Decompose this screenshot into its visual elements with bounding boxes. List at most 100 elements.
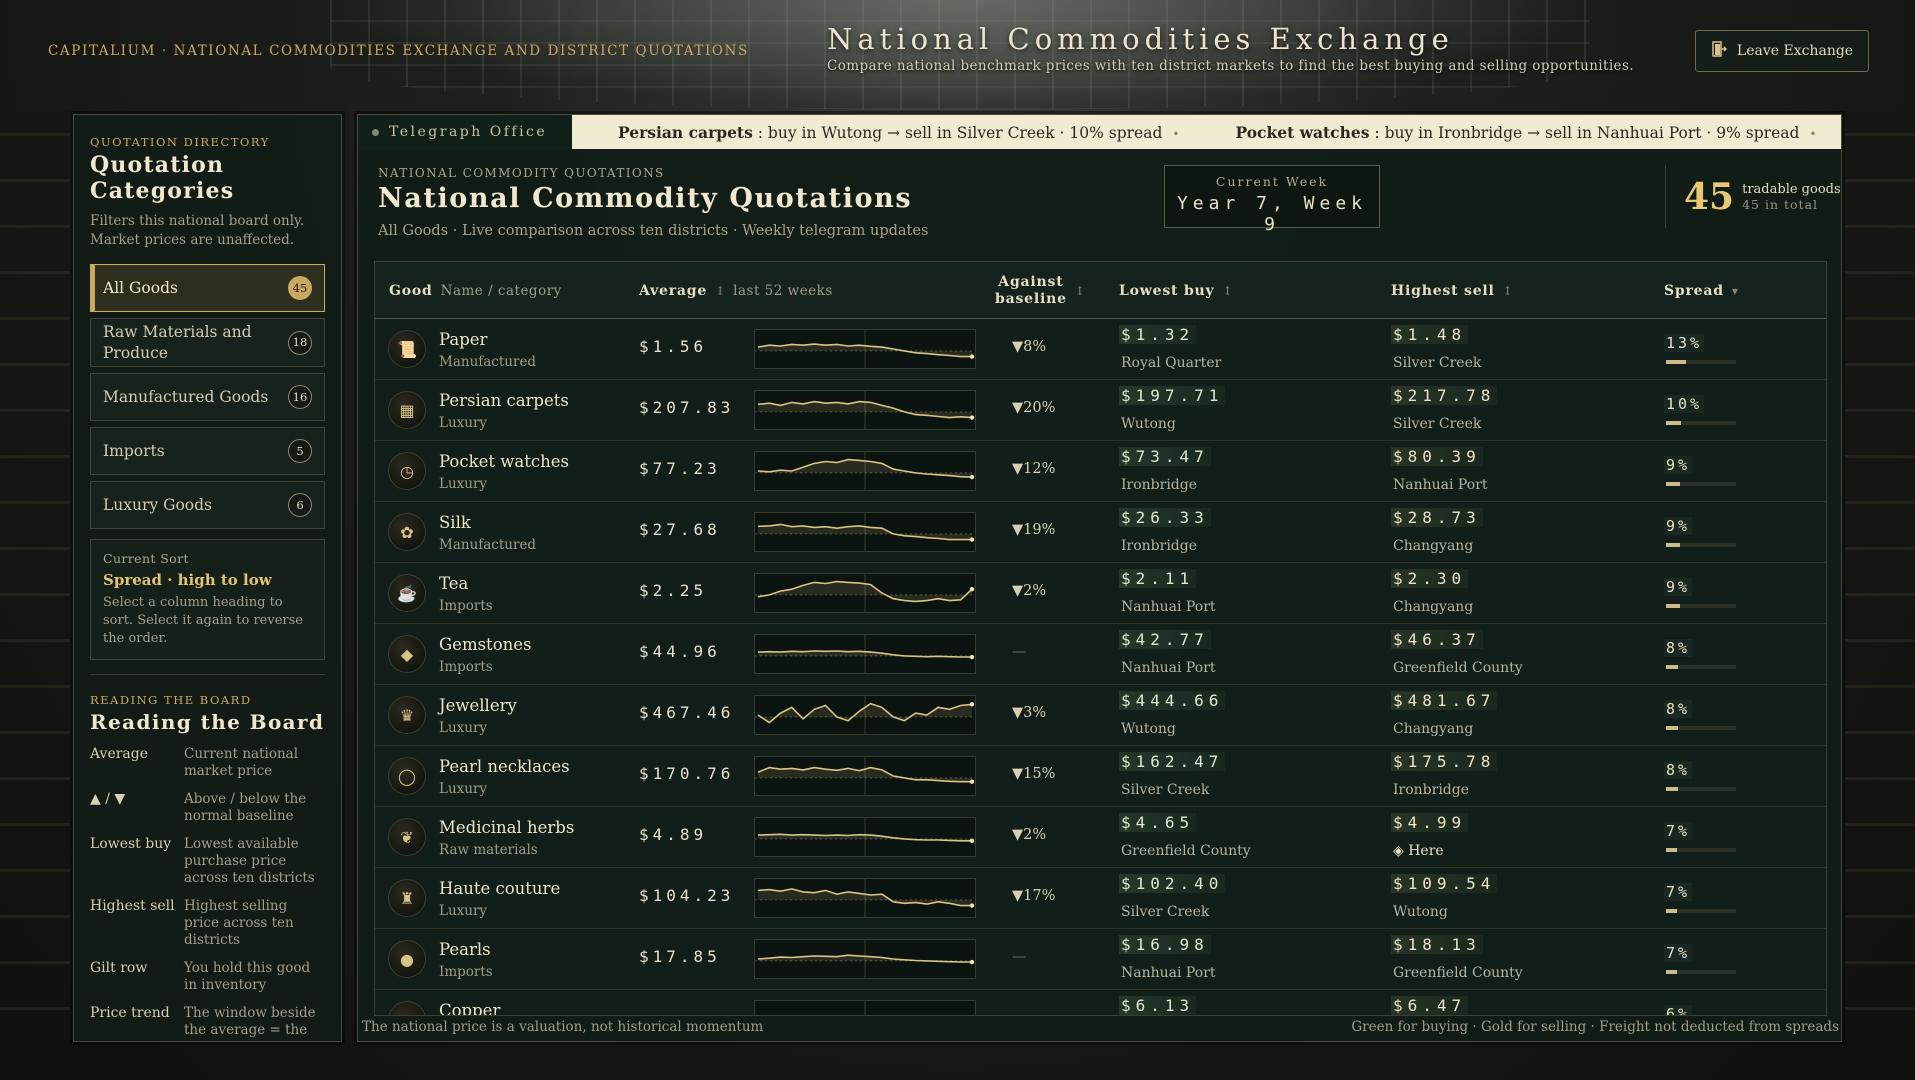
table-row[interactable]: ♛ Jewellery Luxury $467.46 ▼3% $444.66 Wutong $… <box>375 685 1826 746</box>
jewellery-icon: ♛ <box>388 696 426 734</box>
price-trend-sparkline <box>754 512 976 552</box>
category-luxury-goods[interactable]: Luxury Goods 6 <box>90 481 325 529</box>
ticker-run: Persian carpets : buy in Wutong → sell i… <box>618 115 1841 149</box>
spread-bar <box>1666 787 1736 791</box>
lowest-buy-value: $2.11 <box>1119 569 1197 588</box>
page-subtitle: Compare national benchmark prices with t… <box>827 58 1634 74</box>
table-row[interactable]: ☕ Tea Imports $2.25 ▼2% $2.11 Nanhuai Port $2.3… <box>375 563 1826 624</box>
highest-sell-district: Silver Creek <box>1393 416 1482 432</box>
highest-sell-price: $1.48 <box>1391 325 1469 344</box>
price-trend-sparkline <box>754 634 976 674</box>
table-row[interactable]: ♜ Haute couture Luxury $104.23 ▼17% $102.40 Si… <box>375 868 1826 929</box>
lowest-buy-value: $4.65 <box>1119 813 1197 832</box>
spread-bar-fill <box>1666 482 1680 486</box>
legend-value: Above / below the normal baseline <box>184 791 307 824</box>
highest-sell-district: Changyang <box>1393 599 1474 615</box>
ticker-good: Persian carpets <box>618 122 753 142</box>
panel-subtitle: All Goods · Live comparison across ten d… <box>378 223 929 239</box>
sort-arrows-icon: ↕ <box>1502 283 1513 298</box>
table-row[interactable]: ❦ Medicinal herbs Raw materials $4.89 ▼2% $4.… <box>375 807 1826 868</box>
lowest-buy-value: $26.33 <box>1119 508 1211 527</box>
column-highest-sell[interactable]: Highest sell ↕ <box>1391 262 1513 319</box>
highest-sell-district: Changyang <box>1393 721 1474 737</box>
reading-eyebrow: READING THE BOARD <box>90 693 252 707</box>
table-row[interactable]: ◷ Pocket watches Luxury $77.23 ▼12% $73.47 Iro… <box>375 441 1826 502</box>
spread-percent: 9% <box>1664 578 1693 596</box>
price-trend-sparkline <box>754 329 976 369</box>
table-row[interactable]: ● Pearls Imports $17.85 — $16.98 Nanhuai Port $… <box>375 929 1826 990</box>
good-name: Persian carpets <box>439 391 569 410</box>
lowest-buy-price: $26.33 <box>1119 508 1211 527</box>
spread-bar-fill <box>1666 360 1686 364</box>
column-baseline[interactable]: Against baseline ↕ <box>995 262 1085 319</box>
baseline-indicator: ▼19% <box>1012 522 1056 538</box>
highest-sell-price: $481.67 <box>1391 691 1498 710</box>
column-spread[interactable]: Spread ▾ <box>1664 262 1738 319</box>
spread-bar <box>1666 421 1736 425</box>
lowest-buy-price: $102.40 <box>1119 874 1226 893</box>
spread-bar <box>1666 360 1736 364</box>
spread-percent: 10% <box>1664 395 1705 413</box>
telegraph-dot-icon <box>372 128 379 136</box>
spread-percent: 8% <box>1664 639 1693 657</box>
category-manufactured-goods[interactable]: Manufactured Goods 16 <box>90 373 325 421</box>
spread-percent: 7% <box>1664 822 1693 840</box>
highest-sell-district: Wutong <box>1393 904 1448 920</box>
spread-bar-fill <box>1666 543 1680 547</box>
table-row[interactable]: ▦ Persian carpets Luxury $207.83 ▼20% $197.71… <box>375 380 1826 441</box>
price-trend-sparkline <box>754 1000 976 1015</box>
good-name: Pearl necklaces <box>439 757 570 776</box>
current-sort-box: Current Sort Spread · high to low Select… <box>90 539 325 660</box>
lowest-buy-price: $162.47 <box>1119 752 1226 771</box>
lowest-buy-value: $162.47 <box>1119 752 1226 771</box>
price-trend-sparkline <box>754 695 976 735</box>
table-row[interactable]: ◆ Gemstones Imports $44.96 — $42.77 Nanhuai Po… <box>375 624 1826 685</box>
current-week-label: Current Week <box>1215 174 1329 189</box>
average-price: $4.89 <box>639 825 708 844</box>
table-row[interactable]: 📜 Paper Manufactured $1.56 ▼8% $1.32 Royal Qua… <box>375 319 1826 380</box>
pearls-icon: ● <box>388 940 426 978</box>
quotations-table: Good Name / category Average ↕ last 52 w… <box>374 261 1827 1016</box>
table-row[interactable]: ✿ Silk Manufactured $27.68 ▼19% $26.33 Ironbri… <box>375 502 1826 563</box>
column-lowest-buy[interactable]: Lowest buy ↕ <box>1119 262 1233 319</box>
goods-count: 45 tradable goods 45 in total <box>1665 165 1841 228</box>
column-good-sub: Name / category <box>440 282 562 299</box>
baseline-indicator: ▼2% <box>1012 583 1047 599</box>
footer-note-right: Green for buying · Gold for selling · Fr… <box>1351 1019 1839 1035</box>
good-name: Copper <box>439 1001 501 1016</box>
current-sort-label: Current Sort <box>103 551 189 566</box>
leave-exchange-button[interactable]: Leave Exchange <box>1695 30 1869 72</box>
leave-exchange-label: Leave Exchange <box>1736 43 1854 59</box>
table-row[interactable]: ◯ Pearl necklaces Luxury $170.76 ▼15% $162.47… <box>375 746 1826 807</box>
telegraph-office-tab[interactable]: Telegraph Office <box>358 115 572 149</box>
current-sort-help: Select a column heading to sort. Select … <box>103 595 303 646</box>
category-all-goods[interactable]: All Goods 45 <box>90 264 325 312</box>
highest-sell-value: $1.48 <box>1391 325 1469 344</box>
lowest-buy-price: $73.47 <box>1119 447 1211 466</box>
sidebar-note: Filters this national board only. Market… <box>90 213 305 248</box>
spread-percent: 9% <box>1664 517 1693 535</box>
table-header: Good Name / category Average ↕ last 52 w… <box>375 262 1826 319</box>
category-label: Manufactured Goods <box>103 387 269 406</box>
legend-item: Price trend The window beside the average… <box>90 1005 325 1039</box>
spread-percent: 13% <box>1664 334 1705 352</box>
legend-key: Lowest buy <box>90 836 172 852</box>
highest-sell-district: Greenfield County <box>1393 965 1523 981</box>
column-good[interactable]: Good Name / category <box>389 262 562 319</box>
column-highest-label: Highest sell <box>1391 282 1495 299</box>
category-imports[interactable]: Imports 5 <box>90 427 325 475</box>
good-name: Pearls <box>439 940 491 959</box>
spread-percent: 9% <box>1664 456 1693 474</box>
category-raw-materials[interactable]: Raw Materials and Produce 18 <box>90 318 325 367</box>
legend-value: The window beside the average = the <box>184 1005 316 1038</box>
highest-sell-price: $46.37 <box>1391 630 1483 649</box>
column-average[interactable]: Average ↕ last 52 weeks <box>639 262 833 319</box>
current-week-value: Year 7, Week 9 <box>1176 193 1368 235</box>
good-category: Imports <box>439 659 493 675</box>
column-baseline-text: Against baseline <box>995 274 1067 308</box>
highest-sell-value: $46.37 <box>1391 630 1483 649</box>
highest-sell-price: $6.47 <box>1391 996 1469 1015</box>
table-row[interactable]: Copper $6.13 $6.47 6% <box>375 990 1826 1016</box>
highest-sell-district: Changyang <box>1393 538 1474 554</box>
legend-key: Gilt row <box>90 960 148 976</box>
